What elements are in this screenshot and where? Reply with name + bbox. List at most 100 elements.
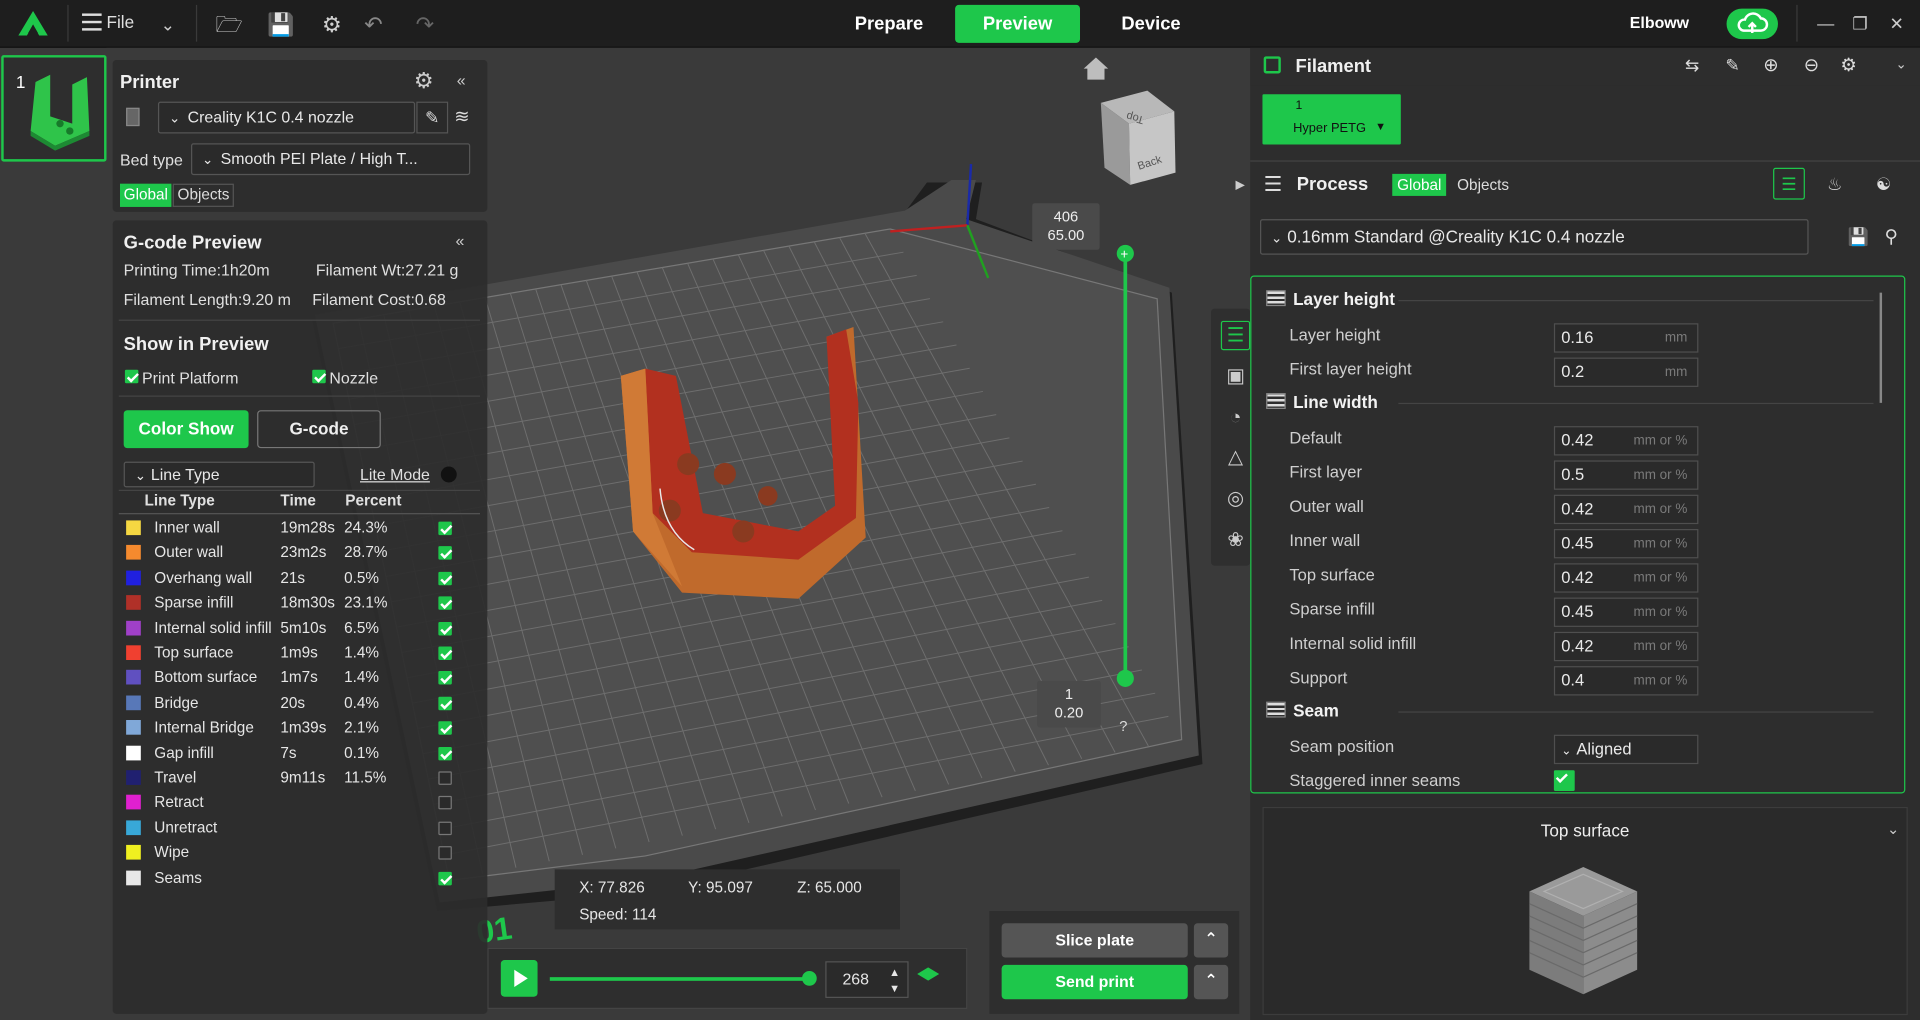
view-type-select[interactable]: ⌄ Line Type — [123, 461, 315, 488]
maximize-icon[interactable]: ❐ — [1849, 12, 1871, 34]
save-preset-icon[interactable]: 💾 — [1848, 227, 1869, 248]
line-type-visibility-checkbox[interactable] — [438, 696, 452, 710]
line-type-visibility-checkbox[interactable] — [438, 846, 452, 860]
printer-settings-icon[interactable]: ⚙ — [414, 69, 434, 95]
setting-value-input[interactable]: 0.5 mm or % — [1553, 460, 1699, 490]
bed-type-select[interactable]: ⌄ Smooth PEI Plate / High T... — [191, 143, 471, 176]
scope-global-tab[interactable]: Global — [120, 183, 172, 207]
help-panel-collapse-icon[interactable]: ⌄ — [1887, 820, 1899, 837]
line-type-visibility-checkbox[interactable] — [438, 571, 452, 586]
setting-value-input[interactable]: 0.4 mm or % — [1553, 666, 1699, 696]
tune-icon[interactable]: ☯ — [1876, 174, 1891, 195]
view-cube[interactable]: Top Back — [1100, 90, 1176, 185]
settings-scrollbar[interactable] — [1879, 292, 1883, 403]
move-step-input[interactable]: 268 ▲ ▼ — [825, 961, 909, 998]
setting-value-input[interactable]: 0.42 mm or % — [1553, 563, 1699, 593]
assembly-icon[interactable]: ❀ — [1221, 527, 1250, 556]
settings-gear-icon[interactable]: ⚙ — [318, 11, 345, 38]
stepper-icon[interactable]: ▲ ▼ — [889, 962, 900, 996]
app-logo-icon[interactable] — [17, 10, 49, 37]
edit-printer-button[interactable]: ✎ — [416, 101, 449, 134]
tab-preview[interactable]: Preview — [955, 4, 1081, 43]
filament-settings-icon[interactable]: ⚙ — [1840, 54, 1856, 76]
tab-device[interactable]: Device — [1100, 5, 1203, 43]
print-options-button[interactable]: ⌃ — [1193, 964, 1229, 1000]
line-type-visibility-checkbox[interactable] — [438, 596, 452, 611]
filament-more-icon[interactable]: ⌄ — [1896, 56, 1907, 73]
remove-filament-icon[interactable]: ⊖ — [1804, 54, 1819, 76]
slice-options-button[interactable]: ⌃ — [1193, 923, 1229, 958]
staggered-seams-checkbox[interactable] — [1553, 770, 1575, 792]
setting-value-select[interactable]: ⌄ Aligned — [1553, 734, 1699, 765]
undo-icon[interactable]: ↶ — [360, 11, 387, 38]
setting-value-input[interactable]: 0.45 mm or % — [1553, 528, 1699, 559]
filament-slot-1[interactable]: 1 Hyper PETG ▼ — [1262, 94, 1401, 145]
support-paint-icon[interactable]: △ — [1221, 443, 1250, 472]
send-print-button[interactable]: Send print — [1001, 964, 1188, 1000]
lite-mode-toggle[interactable] — [440, 466, 457, 483]
tab-prepare[interactable]: Prepare — [838, 5, 941, 43]
add-filament-icon[interactable]: ⊕ — [1763, 54, 1778, 76]
collapse-preview-icon[interactable]: « — [456, 231, 465, 249]
filament-cut-icon[interactable]: ✎ — [1725, 55, 1739, 76]
layer-slider-bottom-handle[interactable] — [1116, 669, 1134, 687]
slice-plate-button[interactable]: Slice plate — [1001, 923, 1188, 958]
move-slider-handle[interactable] — [802, 971, 817, 986]
close-icon[interactable]: ✕ — [1886, 12, 1908, 34]
auto-arrange-icon[interactable]: ▣ — [1221, 362, 1250, 391]
layers-stack-icon[interactable] — [917, 967, 940, 981]
line-type-percent: 11.5% — [344, 768, 387, 787]
line-type-visibility-checkbox[interactable] — [438, 871, 452, 885]
process-global-tab[interactable]: Global — [1392, 173, 1447, 196]
filament-sync-icon[interactable]: ⇆ — [1685, 55, 1699, 76]
print-platform-checkbox[interactable] — [124, 369, 139, 384]
printer-select[interactable]: ⌄ Creality K1C 0.4 nozzle — [157, 101, 416, 134]
line-type-visibility-checkbox[interactable] — [438, 621, 452, 636]
line-type-visibility-checkbox[interactable] — [438, 521, 452, 536]
line-type-visibility-checkbox[interactable] — [438, 771, 452, 785]
gcode-button[interactable]: G-code — [257, 410, 381, 449]
compare-presets-icon[interactable]: ♨ — [1827, 174, 1842, 195]
setting-unit: mm or % — [1633, 502, 1688, 517]
chevron-down-icon[interactable]: ⌄ — [154, 11, 181, 38]
layers-view-icon[interactable]: ☰ — [1220, 320, 1251, 351]
line-type-visibility-checkbox[interactable] — [438, 746, 452, 760]
help-button[interactable]: ? — [1119, 718, 1127, 735]
process-objects-tab[interactable]: Objects — [1453, 174, 1512, 196]
seam-paint-icon[interactable]: ◎ — [1221, 485, 1250, 514]
search-icon[interactable]: ⚲ — [1885, 225, 1898, 248]
advanced-toggle-icon[interactable]: ☰ — [1773, 167, 1805, 200]
line-type-visibility-checkbox[interactable] — [438, 796, 452, 810]
speed-gauge-icon[interactable]: ◔ — [1221, 404, 1250, 433]
setting-value-input[interactable]: 0.42 mm or % — [1553, 494, 1699, 525]
setting-value-input[interactable]: 0.42 mm or % — [1553, 426, 1699, 456]
redo-icon[interactable]: ↷ — [411, 11, 438, 38]
play-button[interactable] — [500, 960, 538, 997]
wifi-icon[interactable]: ≋ — [454, 105, 469, 128]
lite-mode-label[interactable]: Lite Mode — [360, 465, 430, 483]
setting-value-input[interactable]: 0.2 mm — [1553, 357, 1699, 387]
line-type-visibility-checkbox[interactable] — [438, 671, 452, 685]
line-type-visibility-checkbox[interactable] — [438, 546, 452, 561]
y-coord: Y: 95.097 — [688, 879, 753, 897]
setting-value-input[interactable]: 0.45 mm or % — [1553, 597, 1699, 627]
username[interactable]: Elboww — [1630, 13, 1689, 31]
color-show-button[interactable]: Color Show — [123, 410, 249, 449]
collapse-right-panel-icon[interactable]: ▶ — [1236, 179, 1245, 192]
plate-thumbnail[interactable]: 1 — [1, 55, 107, 162]
file-menu-button[interactable]: File — [82, 12, 134, 36]
line-type-visibility-checkbox[interactable] — [438, 821, 452, 835]
open-folder-icon[interactable]: 🗁 — [216, 11, 243, 38]
line-type-visibility-checkbox[interactable] — [438, 646, 452, 661]
process-preset-select[interactable]: ⌄ 0.16mm Standard @Creality K1C 0.4 nozzl… — [1260, 219, 1809, 255]
nozzle-checkbox[interactable] — [312, 369, 326, 384]
setting-value-input[interactable]: 0.42 mm or % — [1553, 631, 1699, 662]
upload-cloud-button[interactable] — [1726, 8, 1778, 40]
move-slider-track[interactable] — [549, 977, 810, 981]
collapse-icon[interactable]: « — [457, 71, 466, 89]
setting-value-input[interactable]: 0.16 mm — [1553, 323, 1699, 353]
minimize-icon[interactable]: — — [1815, 12, 1837, 34]
line-type-visibility-checkbox[interactable] — [438, 721, 452, 735]
save-icon[interactable]: 💾 — [267, 11, 294, 38]
scope-objects-tab[interactable]: Objects — [172, 183, 235, 207]
